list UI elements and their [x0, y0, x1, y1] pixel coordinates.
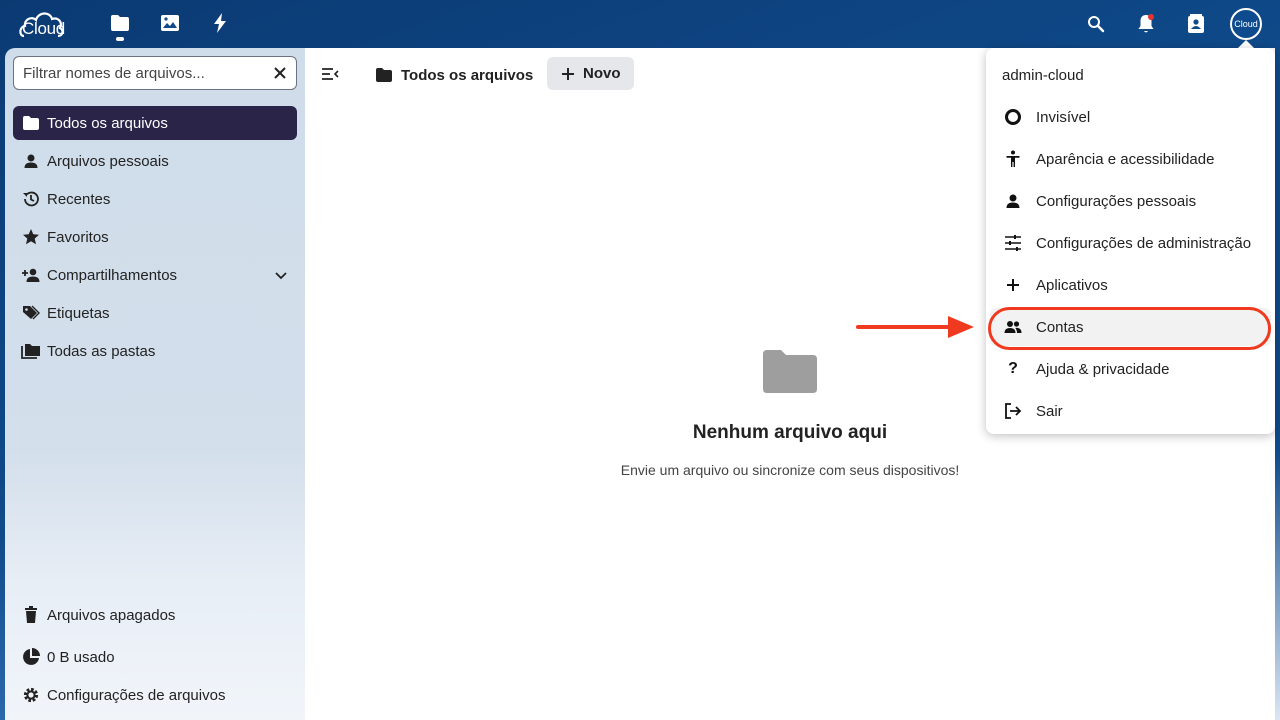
- menu-item-label: Aparência e acessibilidade: [1036, 150, 1215, 168]
- user-avatar[interactable]: Cloud: [1230, 8, 1262, 40]
- user-menu: admin-cloud Invisível Aparência e acessi…: [986, 48, 1275, 434]
- sidebar-item-favorites[interactable]: Favoritos: [13, 220, 297, 254]
- menu-item-logout[interactable]: Sair: [990, 392, 1271, 430]
- menu-item-label: Invisível: [1036, 108, 1091, 126]
- folder-icon: [111, 15, 129, 31]
- trash-icon: [21, 605, 41, 625]
- lightning-icon: [214, 13, 226, 33]
- sidebar-item-tags[interactable]: Etiquetas: [13, 296, 297, 330]
- menu-item-admin-settings[interactable]: Configurações de administração: [990, 224, 1271, 262]
- menu-item-label: Aplicativos: [1036, 276, 1108, 294]
- notifications-button[interactable]: [1132, 10, 1160, 38]
- plus-icon: [561, 67, 575, 81]
- share-user-icon: [21, 265, 41, 285]
- sidebar-item-file-settings[interactable]: Configurações de arquivos: [13, 680, 297, 710]
- search-button[interactable]: [1082, 10, 1110, 38]
- sidebar-item-label: Todas as pastas: [47, 342, 156, 360]
- filter-box: [13, 56, 297, 90]
- sidebar-item-all-files[interactable]: Todos os arquivos: [13, 106, 297, 140]
- sliders-icon: [1002, 232, 1024, 254]
- sidebar-item-label: Favoritos: [47, 228, 109, 246]
- pie-chart-icon: [21, 647, 41, 667]
- folders-icon: [21, 341, 41, 361]
- cloud-logo[interactable]: Cloud: [18, 6, 66, 40]
- menu-item-help[interactable]: ? Ajuda & privacidade: [990, 350, 1271, 388]
- folder-icon: [21, 113, 41, 133]
- sidebar-item-all-folders[interactable]: Todas as pastas: [13, 334, 297, 368]
- image-icon: [161, 15, 179, 31]
- menu-username: admin-cloud: [1002, 67, 1084, 84]
- user-icon: [1002, 190, 1024, 212]
- accessibility-icon: [1002, 148, 1024, 170]
- sidebar-item-shares[interactable]: Compartilhamentos: [13, 258, 297, 292]
- logout-icon: [1002, 400, 1024, 422]
- sidebar-item-label: Compartilhamentos: [47, 266, 178, 284]
- sidebar-item-label: Etiquetas: [47, 304, 110, 322]
- sidebar-item-recent[interactable]: Recentes: [13, 182, 297, 216]
- menu-collapse-icon: [322, 68, 339, 80]
- app-activity[interactable]: [207, 10, 233, 36]
- question-icon: ?: [1008, 360, 1018, 377]
- sidebar-item-label: Arquivos apagados: [47, 606, 176, 624]
- user-icon: [21, 151, 41, 171]
- new-button-label: Novo: [583, 65, 621, 82]
- history-icon: [21, 189, 41, 209]
- contacts-icon: [1188, 14, 1204, 33]
- menu-item-apps[interactable]: Aplicativos: [990, 266, 1271, 304]
- status-ring-icon: [1002, 106, 1024, 128]
- search-icon: [1088, 16, 1105, 33]
- sidebar-item-personal-files[interactable]: Arquivos pessoais: [13, 144, 297, 178]
- sidebar: Todos os arquivos Arquivos pessoais Rece…: [5, 48, 305, 720]
- toggle-sidebar-button[interactable]: [319, 63, 341, 85]
- sidebar-item-label: Recentes: [47, 190, 111, 208]
- plus-icon: [1002, 274, 1024, 296]
- logo-text: Cloud: [22, 19, 65, 38]
- chevron-down-icon[interactable]: [275, 267, 287, 284]
- annotation-highlight-ring: [988, 307, 1271, 350]
- close-icon: [274, 67, 286, 79]
- avatar-text: Cloud: [1234, 19, 1258, 29]
- active-app-indicator: [116, 37, 124, 41]
- menu-caret: [1238, 40, 1254, 48]
- sidebar-item-label: Todos os arquivos: [47, 114, 168, 132]
- contacts-button[interactable]: [1182, 10, 1210, 38]
- menu-item-label: Sair: [1036, 402, 1063, 420]
- menu-item-label: Ajuda & privacidade: [1036, 360, 1170, 378]
- menu-item-label: Configurações de administração: [1036, 234, 1252, 252]
- background-edge: [1275, 48, 1280, 720]
- empty-state-subtitle: Envie um arquivo ou sincronize com seus …: [620, 462, 960, 478]
- annotation-arrow-line: [856, 325, 956, 329]
- notification-dot: [1148, 14, 1154, 20]
- clear-filter-button[interactable]: [270, 63, 290, 83]
- top-header: Cloud Cloud: [0, 0, 1280, 48]
- star-icon: [21, 227, 41, 247]
- menu-item-appearance[interactable]: Aparência e acessibilidade: [990, 140, 1271, 178]
- storage-usage: 0 B usado: [13, 642, 297, 672]
- storage-usage-label: 0 B usado: [47, 648, 115, 666]
- menu-item-status[interactable]: Invisível: [990, 98, 1271, 136]
- breadcrumb[interactable]: Todos os arquivos: [375, 61, 533, 89]
- folder-icon: [375, 67, 393, 83]
- gear-icon: [21, 685, 41, 705]
- menu-item-personal-settings[interactable]: Configurações pessoais: [990, 182, 1271, 220]
- app-files[interactable]: [107, 10, 133, 41]
- sidebar-item-deleted-files[interactable]: Arquivos apagados: [13, 600, 297, 630]
- tags-icon: [21, 303, 41, 323]
- empty-folder-icon: [762, 348, 818, 399]
- app-photos[interactable]: [157, 10, 183, 36]
- annotation-arrow-head: [948, 316, 974, 338]
- sidebar-item-label: Arquivos pessoais: [47, 152, 169, 170]
- breadcrumb-label: Todos os arquivos: [401, 66, 534, 84]
- new-button[interactable]: Novo: [547, 57, 634, 90]
- sidebar-item-label: Configurações de arquivos: [47, 686, 226, 704]
- filter-input[interactable]: [23, 64, 263, 82]
- menu-item-label: Configurações pessoais: [1036, 192, 1197, 210]
